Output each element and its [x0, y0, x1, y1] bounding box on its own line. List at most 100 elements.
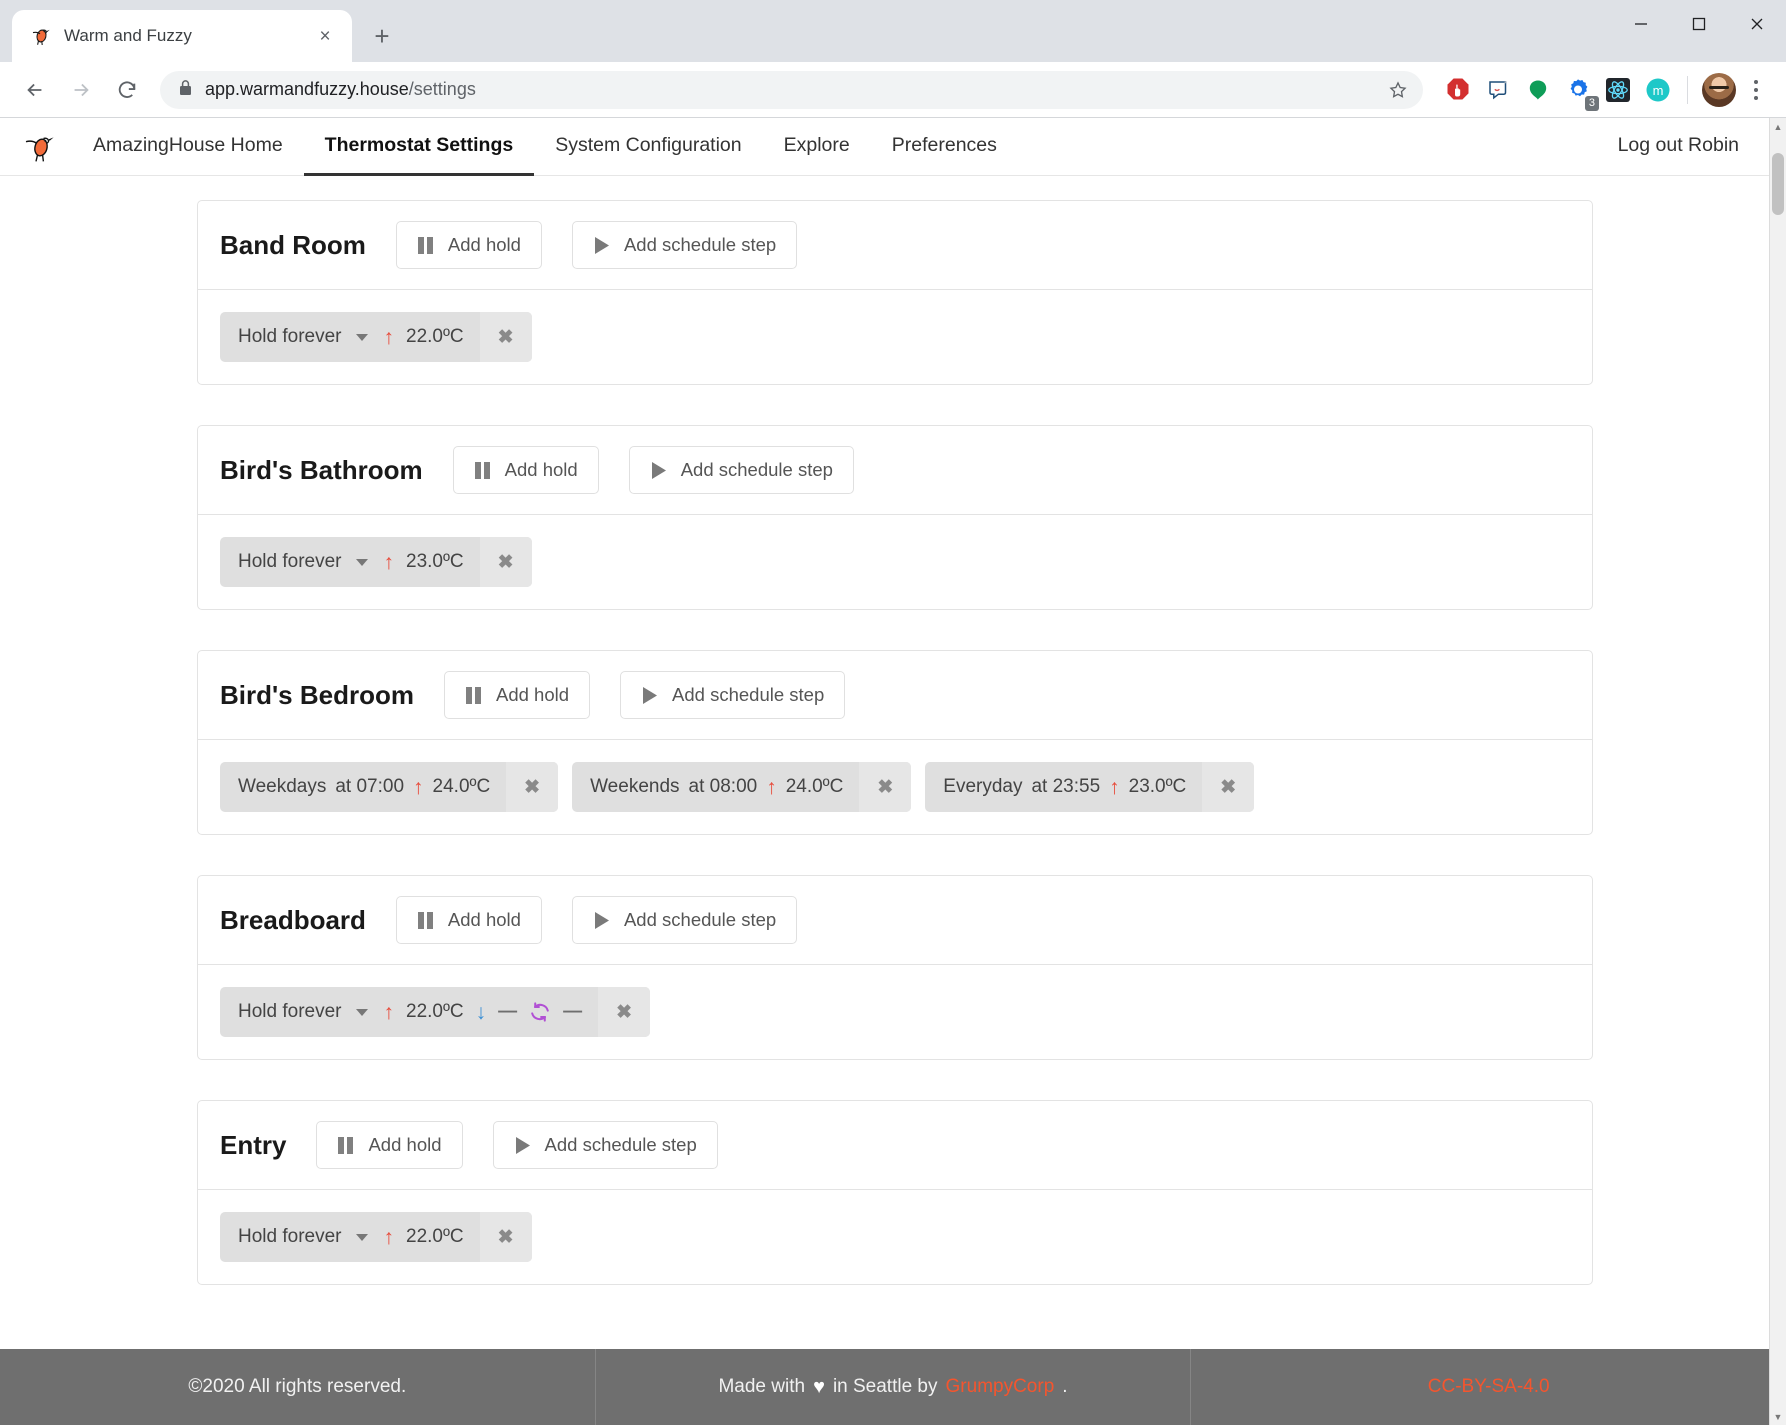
add-hold-button[interactable]: Add hold	[396, 221, 542, 269]
back-arrow-icon[interactable]	[14, 69, 56, 111]
set-point-high[interactable]: 22.0ºC	[406, 1226, 464, 1248]
hold-pill-content[interactable]: Hold forever↑22.0ºC↓——	[220, 987, 598, 1037]
play-icon	[641, 686, 658, 705]
new-tab-button[interactable]: +	[362, 16, 402, 56]
browser-tab[interactable]: Warm and Fuzzy ×	[12, 10, 352, 62]
set-point-low[interactable]: —	[498, 1001, 517, 1023]
hold-pill-content[interactable]: Hold forever ↑ 22.0ºC	[220, 312, 480, 362]
thermostat-card-list: Band RoomAdd holdAdd schedule stepHold f…	[193, 200, 1593, 1285]
caret-down-icon[interactable]	[356, 1234, 368, 1241]
cool-down-arrow-icon: ↓	[476, 1002, 487, 1023]
scrollbar-thumb[interactable]	[1772, 153, 1784, 215]
tab-close-icon[interactable]: ×	[312, 23, 338, 49]
blue-gear-icon[interactable]: 3	[1563, 75, 1593, 105]
remove-button[interactable]: ✖	[1202, 762, 1254, 812]
threshold-value[interactable]: —	[563, 1001, 582, 1023]
hold-pill: Hold forever↑23.0ºC✖	[220, 537, 532, 587]
schedule-time[interactable]: at 07:00	[335, 776, 404, 798]
schedule-day: Weekends	[590, 776, 679, 798]
caret-down-icon[interactable]	[356, 1009, 368, 1016]
set-point-high[interactable]: 23.0ºC	[1129, 776, 1187, 798]
add-hold-button[interactable]: Add hold	[453, 446, 599, 494]
add-schedule-step-button[interactable]: Add schedule step	[629, 446, 854, 494]
nav-item-preferences[interactable]: Preferences	[871, 118, 1018, 176]
heat-up-arrow-icon: ↑	[384, 327, 395, 348]
caret-down-icon[interactable]	[356, 334, 368, 341]
add-hold-label: Add hold	[448, 909, 521, 931]
nav-item-amazinghouse-home[interactable]: AmazingHouse Home	[72, 118, 304, 176]
set-point-high[interactable]: 24.0ºC	[433, 776, 491, 798]
footer-license: CC-BY-SA-4.0	[1191, 1349, 1786, 1425]
hold-pill-content[interactable]: Hold forever↑22.0ºC	[220, 1212, 480, 1262]
thermostat-card: Bird's BedroomAdd holdAdd schedule stepW…	[197, 650, 1593, 835]
hold-pill-content[interactable]: Hold forever↑23.0ºC	[220, 537, 480, 587]
grumpycorp-link[interactable]: GrumpyCorp	[946, 1376, 1055, 1398]
nav-item-explore[interactable]: Explore	[763, 118, 871, 176]
scrollbar-up-arrow-icon[interactable]: ▲	[1770, 118, 1786, 135]
logout-link[interactable]: Log out Robin	[1597, 134, 1760, 160]
teal-m-icon[interactable]: m	[1643, 75, 1673, 105]
green-blob-icon[interactable]	[1523, 75, 1553, 105]
extension-icons: 3 m	[1437, 75, 1673, 105]
add-schedule-step-button[interactable]: Add schedule step	[572, 221, 797, 269]
schedule-pill-content[interactable]: Everydayat 23:55↑23.0ºC	[925, 762, 1202, 812]
hold-duration-label: Hold forever	[238, 1226, 342, 1248]
schedule-step-pill: Everydayat 23:55↑23.0ºC✖	[925, 762, 1254, 812]
pause-icon	[417, 236, 434, 255]
set-point-high[interactable]: 24.0ºC	[786, 776, 844, 798]
hold-duration-label: Hold forever	[238, 326, 342, 348]
adblock-icon[interactable]	[1443, 75, 1473, 105]
remove-button[interactable]: ✖	[859, 762, 911, 812]
add-hold-button[interactable]: Add hold	[396, 896, 542, 944]
footer-made-with-prefix: Made with	[718, 1376, 805, 1398]
reload-icon[interactable]	[106, 69, 148, 111]
page-viewport: AmazingHouse Home Thermostat Settings Sy…	[0, 118, 1786, 1425]
remove-button[interactable]: ✖	[480, 537, 532, 587]
schedule-pill-content[interactable]: Weekends at 08:00 ↑ 24.0ºC	[572, 762, 859, 812]
set-point-high[interactable]: 22.0ºC	[406, 326, 464, 348]
avatar[interactable]	[1702, 73, 1736, 107]
schedule-day: Weekdays	[238, 776, 326, 798]
window-controls	[1612, 0, 1786, 48]
kebab-menu-icon[interactable]	[1740, 72, 1772, 108]
schedule-time[interactable]: at 08:00	[689, 776, 758, 798]
forward-arrow-icon[interactable]	[60, 69, 102, 111]
license-link[interactable]: CC-BY-SA-4.0	[1428, 1376, 1550, 1398]
minimize-icon[interactable]	[1612, 0, 1670, 48]
remove-button[interactable]: ✖	[598, 987, 650, 1037]
nav-item-system-configuration[interactable]: System Configuration	[534, 118, 762, 176]
scrollbar-track[interactable]	[1770, 135, 1786, 1408]
sync-icon	[529, 1001, 551, 1023]
card-body: Weekdays at 07:00 ↑ 24.0ºC ✖ Weekends at 08:00…	[198, 740, 1592, 834]
address-bar[interactable]: app.warmandfuzzy.house/settings	[160, 71, 1423, 109]
add-schedule-step-button[interactable]: Add schedule step	[572, 896, 797, 944]
remove-button[interactable]: ✖	[480, 1212, 532, 1262]
add-schedule-step-button[interactable]: Add schedule step	[493, 1121, 718, 1169]
react-devtools-icon[interactable]	[1603, 75, 1633, 105]
add-hold-button[interactable]: Add hold	[444, 671, 590, 719]
play-icon	[514, 1136, 531, 1155]
hold-pill: Hold forever↑22.0ºC✖	[220, 1212, 532, 1262]
maximize-icon[interactable]	[1670, 0, 1728, 48]
chat-bubble-icon[interactable]	[1483, 75, 1513, 105]
schedule-pill-content[interactable]: Weekdaysat 07:00↑24.0ºC	[220, 762, 506, 812]
heart-icon: ♥	[813, 1376, 825, 1399]
url-path: /settings	[409, 79, 476, 99]
star-icon[interactable]	[1381, 73, 1415, 107]
schedule-time[interactable]: at 23:55	[1031, 776, 1100, 798]
caret-down-icon[interactable]	[356, 559, 368, 566]
close-icon[interactable]	[1728, 0, 1786, 48]
set-point-high[interactable]: 22.0ºC	[406, 1001, 464, 1023]
nav-item-thermostat-settings[interactable]: Thermostat Settings	[304, 118, 535, 176]
add-hold-button[interactable]: Add hold	[316, 1121, 462, 1169]
remove-button[interactable]: ✖	[506, 762, 558, 812]
navbar-right: Log out Robin	[1597, 118, 1760, 175]
room-name: Bird's Bathroom	[220, 455, 423, 486]
remove-button[interactable]: ✖	[480, 312, 532, 362]
brand-logo-icon[interactable]	[18, 118, 72, 175]
set-point-high[interactable]: 23.0ºC	[406, 551, 464, 573]
scrollbar-down-arrow-icon[interactable]: ▼	[1770, 1408, 1786, 1425]
heat-up-arrow-icon: ↑	[766, 777, 777, 798]
page-scrollbar[interactable]: ▲ ▼	[1769, 118, 1786, 1425]
add-schedule-step-button[interactable]: Add schedule step	[620, 671, 845, 719]
